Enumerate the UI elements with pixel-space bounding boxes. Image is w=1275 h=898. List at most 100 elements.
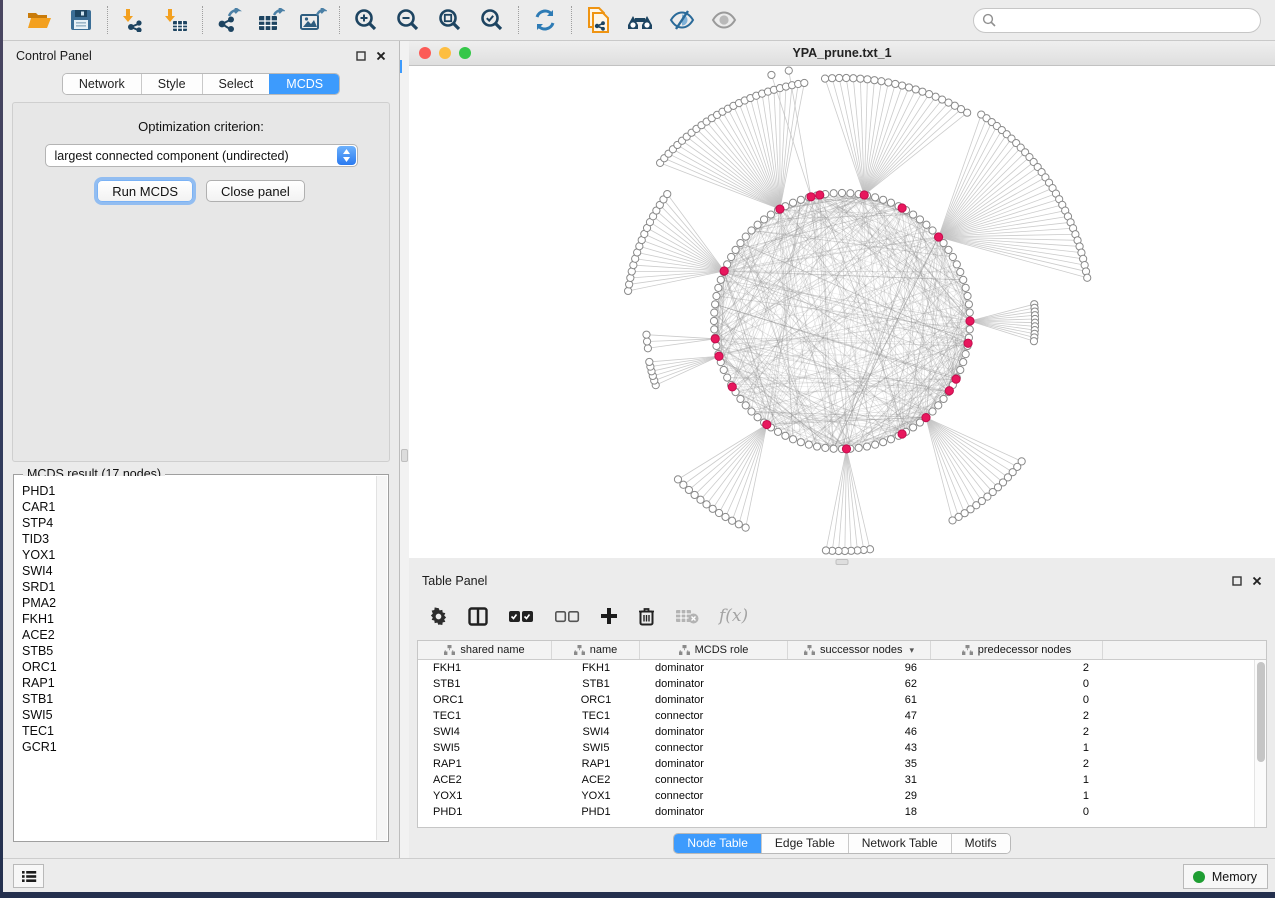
table-row[interactable]: FKH1FKH1dominator962 xyxy=(418,660,1266,676)
horizontal-splitter[interactable] xyxy=(409,558,1275,566)
column-type-icon xyxy=(679,645,690,655)
hide-panel-icon[interactable] xyxy=(668,6,696,34)
select-all-icon[interactable] xyxy=(508,610,534,623)
mcds-list-scrollbar[interactable] xyxy=(376,476,387,840)
memory-button[interactable]: Memory xyxy=(1183,864,1268,889)
network-graph[interactable] xyxy=(409,66,1274,558)
tab-motifs[interactable]: Motifs xyxy=(951,834,1010,853)
table-row[interactable]: PHD1PHD1dominator180 xyxy=(418,804,1266,820)
function-builder-icon[interactable]: f(x) xyxy=(719,606,748,626)
column-header-successor-nodes[interactable]: successor nodes▾ xyxy=(788,641,931,659)
search-icon xyxy=(982,13,996,27)
table-row[interactable]: ORC1ORC1dominator610 xyxy=(418,692,1266,708)
duplicate-network-icon[interactable] xyxy=(584,6,612,34)
tab-select[interactable]: Select xyxy=(202,74,270,94)
network-search-box[interactable] xyxy=(973,8,1261,33)
table-scrollbar[interactable] xyxy=(1254,660,1266,827)
list-item[interactable]: YOX1 xyxy=(22,547,376,563)
list-item[interactable]: SWI5 xyxy=(22,707,376,723)
list-item[interactable]: TID3 xyxy=(22,531,376,547)
run-mcds-button[interactable]: Run MCDS xyxy=(97,180,193,202)
table-cell: ORC1 xyxy=(418,692,552,708)
network-canvas[interactable] xyxy=(409,66,1275,558)
list-item[interactable]: RAP1 xyxy=(22,675,376,691)
list-item[interactable]: CAR1 xyxy=(22,499,376,515)
open-file-icon[interactable] xyxy=(25,6,53,34)
column-header-shared-name[interactable]: shared name xyxy=(418,641,552,659)
list-item[interactable]: PHD1 xyxy=(22,483,376,499)
table-panel: Table Panel xyxy=(409,566,1275,858)
list-item[interactable]: FKH1 xyxy=(22,611,376,627)
show-columns-icon[interactable] xyxy=(468,607,488,626)
table-cell: connector xyxy=(640,740,788,756)
list-item[interactable]: STB1 xyxy=(22,691,376,707)
save-session-icon[interactable] xyxy=(67,6,95,34)
list-item[interactable]: TEC1 xyxy=(22,723,376,739)
table-row[interactable]: SWI5SWI5connector431 xyxy=(418,740,1266,756)
export-image-icon[interactable] xyxy=(299,6,327,34)
export-network-icon[interactable] xyxy=(215,6,243,34)
show-graphics-icon[interactable] xyxy=(710,6,738,34)
mcds-result-list[interactable]: PHD1CAR1STP4TID3YOX1SWI4SRD1PMA2FKH1ACE2… xyxy=(15,476,376,840)
table-row[interactable]: SWI4SWI4dominator462 xyxy=(418,724,1266,740)
tab-style[interactable]: Style xyxy=(141,74,202,94)
column-header-MCDS-role[interactable]: MCDS role xyxy=(640,641,788,659)
vertical-splitter[interactable] xyxy=(400,41,409,858)
search-network-icon[interactable] xyxy=(626,6,654,34)
close-panel-icon[interactable] xyxy=(375,51,386,62)
optimization-criterion-select[interactable]: largest connected component (undirected) xyxy=(45,144,358,167)
delete-table-icon[interactable] xyxy=(675,608,699,624)
network-window-titlebar[interactable]: YPA_prune.txt_1 xyxy=(409,41,1275,66)
scrollbar-thumb[interactable] xyxy=(1257,662,1265,762)
add-row-icon[interactable] xyxy=(600,607,618,625)
column-header-name[interactable]: name xyxy=(552,641,640,659)
float-panel-icon[interactable] xyxy=(355,51,366,62)
delete-rows-icon[interactable] xyxy=(638,607,655,626)
list-item[interactable]: SWI4 xyxy=(22,563,376,579)
control-panel-tabs: NetworkStyleSelectMCDS xyxy=(62,73,340,95)
import-network-icon[interactable] xyxy=(120,6,148,34)
table-header-row: shared namenameMCDS rolesuccessor nodes▾… xyxy=(418,641,1266,660)
table-row[interactable]: YOX1YOX1connector291 xyxy=(418,788,1266,804)
splitter-handle[interactable] xyxy=(401,449,408,462)
search-input[interactable] xyxy=(1001,13,1252,27)
import-table-icon[interactable] xyxy=(162,6,190,34)
tab-network-table[interactable]: Network Table xyxy=(848,834,951,853)
close-panel-icon[interactable] xyxy=(1251,576,1262,587)
table-cell: SWI4 xyxy=(418,724,552,740)
tab-network[interactable]: Network xyxy=(63,74,141,94)
splitter-handle[interactable] xyxy=(836,559,849,565)
list-item[interactable]: SRD1 xyxy=(22,579,376,595)
float-panel-icon[interactable] xyxy=(1231,576,1242,587)
column-type-icon xyxy=(444,645,455,655)
task-history-button[interactable] xyxy=(13,864,44,888)
list-icon xyxy=(21,870,37,883)
zoom-in-icon[interactable] xyxy=(352,6,380,34)
table-options-icon[interactable] xyxy=(429,607,448,626)
list-item[interactable]: STP4 xyxy=(22,515,376,531)
status-bar: Memory xyxy=(3,858,1275,892)
table-row[interactable]: ACE2ACE2connector311 xyxy=(418,772,1266,788)
list-item[interactable]: PMA2 xyxy=(22,595,376,611)
table-row[interactable]: RAP1RAP1dominator352 xyxy=(418,756,1266,772)
table-cell: 62 xyxy=(788,676,931,692)
zoom-out-icon[interactable] xyxy=(394,6,422,34)
table-row[interactable]: TEC1TEC1connector472 xyxy=(418,708,1266,724)
list-item[interactable]: GCR1 xyxy=(22,739,376,755)
list-item[interactable]: ORC1 xyxy=(22,659,376,675)
list-item[interactable]: ACE2 xyxy=(22,627,376,643)
export-table-icon[interactable] xyxy=(257,6,285,34)
zoom-selected-icon[interactable] xyxy=(478,6,506,34)
close-panel-button[interactable]: Close panel xyxy=(206,180,305,202)
tab-node-table[interactable]: Node Table xyxy=(674,834,761,853)
clear-selection-icon[interactable] xyxy=(554,610,580,623)
tab-edge-table[interactable]: Edge Table xyxy=(761,834,848,853)
zoom-fit-icon[interactable] xyxy=(436,6,464,34)
table-cell: TEC1 xyxy=(418,708,552,724)
list-item[interactable]: STB5 xyxy=(22,643,376,659)
tab-mcds[interactable]: MCDS xyxy=(269,74,339,94)
table-row[interactable]: STB1STB1dominator620 xyxy=(418,676,1266,692)
column-header-predecessor-nodes[interactable]: predecessor nodes xyxy=(931,641,1103,659)
first-neighbors-icon[interactable] xyxy=(531,6,559,34)
table-cell: dominator xyxy=(640,692,788,708)
